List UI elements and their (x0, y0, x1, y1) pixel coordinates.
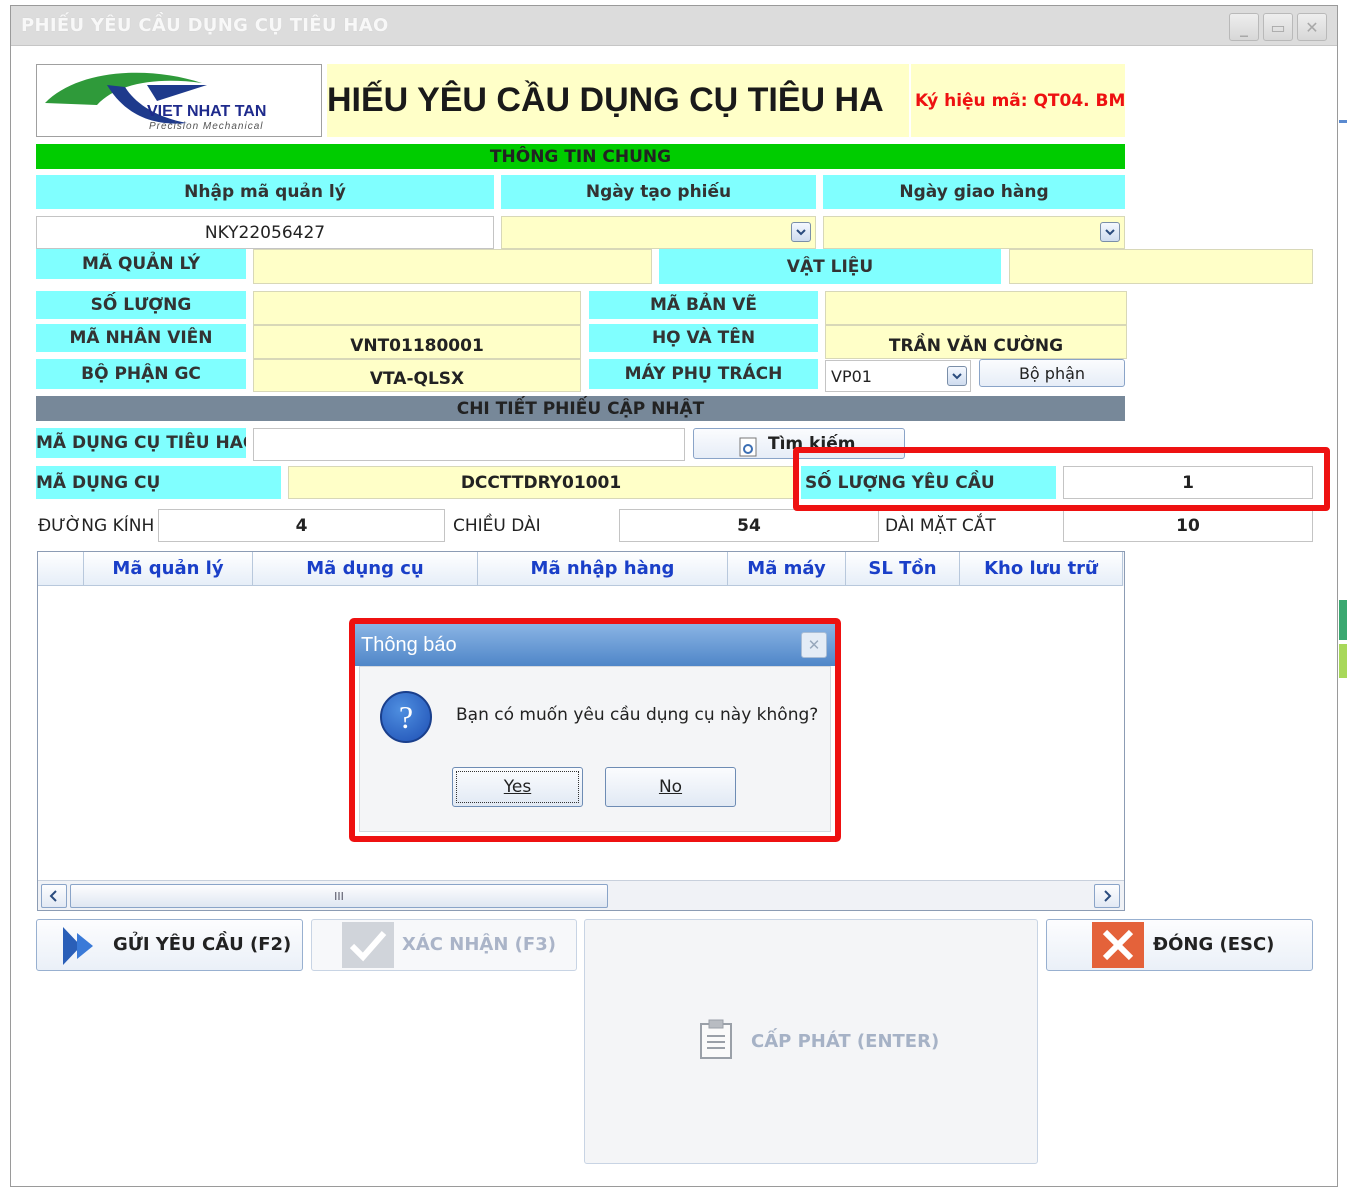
window-title: PHIẾU YÊU CẦU DỤNG CỤ TIÊU HAO (21, 15, 389, 36)
title-bar[interactable]: PHIẾU YÊU CẦU DỤNG CỤ TIÊU HAO _ ▭ ✕ (11, 6, 1337, 46)
vat-lieu-field[interactable] (1009, 249, 1313, 284)
ma-nhan-vien-field[interactable]: VNT01180001 (253, 325, 581, 359)
dai-mat-cat-field[interactable]: 10 (1063, 509, 1313, 542)
label-ma-quan-ly: MÃ QUẢN LÝ (36, 249, 246, 279)
confirm-button[interactable]: XÁC NHẬN (F3) (311, 919, 577, 971)
ma-dung-cu-field[interactable]: DCCTTDRY01001 (288, 466, 794, 499)
section-detail: CHI TIẾT PHIẾU CẬP NHẬT (36, 396, 1125, 421)
bg-window-edge-green (1339, 600, 1347, 640)
delivery-date-picker[interactable] (823, 216, 1125, 249)
x-close-icon (1092, 922, 1144, 968)
grid-col-sl-ton[interactable]: SL Tồn (846, 552, 960, 586)
logo-subtext: Precision Mechanical (149, 121, 264, 132)
chevron-down-icon (1105, 229, 1115, 236)
label-chieu-dai: CHIỀU DÀI (453, 515, 541, 536)
created-date-dropdown[interactable] (791, 222, 811, 242)
maximize-icon: ▭ (1270, 17, 1286, 37)
minimize-button[interactable]: _ (1229, 13, 1259, 41)
scroll-thumb[interactable]: III (70, 884, 608, 908)
grid-horizontal-scrollbar[interactable]: III (38, 880, 1124, 910)
ma-quan-ly-field[interactable] (253, 249, 652, 284)
label-ma-dung-cu: MÃ DỤNG CỤ (36, 466, 281, 499)
label-may-phu-trach: MÁY PHỤ TRÁCH (589, 359, 818, 389)
search-icon (738, 436, 760, 458)
grid-col-ma-dung-cu[interactable]: Mã dụng cụ (253, 552, 478, 586)
minimize-icon: _ (1240, 17, 1248, 37)
label-ma-dung-cu-tieu-hao: MÃ DỤNG CỤ TIÊU HAO (36, 428, 246, 458)
confirm-dialog: Thông báo ✕ ? Bạn có muốn yêu cầu dụng c… (349, 618, 841, 842)
close-icon: ✕ (1305, 17, 1319, 37)
label-so-luong: SỐ LƯỢNG (36, 291, 246, 319)
scroll-right-button[interactable] (1094, 884, 1120, 908)
highlight-so-luong-yeu-cau (793, 447, 1330, 511)
clipboard-icon (700, 1019, 732, 1059)
label-management-code: Nhập mã quản lý (36, 175, 494, 209)
bg-window-edge-lime (1339, 644, 1347, 678)
grid-col-kho-luu-tru[interactable]: Kho lưu trữ (960, 552, 1123, 586)
grid-col-ma-nhap-hang[interactable]: Mã nhập hàng (478, 552, 728, 586)
close-label: ĐÓNG (ESC) (1153, 934, 1275, 955)
chieu-dai-field[interactable]: 54 (619, 509, 879, 542)
label-duong-kinh: ĐƯỜNG KÍNH (38, 515, 155, 536)
issue-label: CẤP PHÁT (ENTER) (751, 1031, 940, 1052)
dialog-message: Bạn có muốn yêu cầu dụng cụ này không? (456, 705, 819, 725)
close-button[interactable]: ĐÓNG (ESC) (1046, 919, 1313, 971)
maximize-button[interactable]: ▭ (1263, 13, 1293, 41)
chevron-left-icon (49, 890, 57, 902)
label-ho-va-ten: HỌ VÀ TÊN (589, 324, 818, 352)
ma-ban-ve-field[interactable] (825, 291, 1127, 325)
grid-row-selector-header (38, 552, 84, 586)
send-request-label: GỬI YÊU CẦU (F2) (113, 934, 292, 955)
chevron-down-icon (952, 373, 962, 380)
scroll-left-button[interactable] (41, 884, 67, 908)
label-dai-mat-cat: DÀI MẶT CẮT (885, 515, 996, 536)
double-arrow-icon (63, 927, 93, 965)
ma-dung-cu-tieu-hao-input[interactable] (253, 428, 685, 461)
dialog-yes-button[interactable]: Yes (452, 767, 583, 807)
grid-col-ma-quan-ly[interactable]: Mã quản lý (84, 552, 253, 586)
duong-kinh-field[interactable]: 4 (158, 509, 445, 542)
logo-text: VIET NHAT TAN (147, 103, 267, 120)
dialog-no-button[interactable]: No (605, 767, 736, 807)
dialog-title-bar[interactable]: Thông báo ✕ (355, 624, 835, 666)
issue-button[interactable]: CẤP PHÁT (ENTER) (584, 919, 1038, 1164)
form-code: Ký hiệu mã: QT04. BM (911, 64, 1125, 137)
bo-phan-gc-field[interactable]: VTA-QLSX (253, 359, 581, 392)
grid-col-ma-may[interactable]: Mã máy (728, 552, 846, 586)
dialog-close-button[interactable]: ✕ (801, 632, 827, 658)
label-delivery-date: Ngày giao hàng (823, 175, 1125, 209)
grid-header: Mã quản lý Mã dụng cụ Mã nhập hàng Mã má… (38, 552, 1124, 586)
form-title: HIẾU YÊU CẦU DỤNG CỤ TIÊU HA (327, 64, 909, 137)
label-vat-lieu: VẬT LIỆU (659, 249, 1001, 284)
label-ma-nhan-vien: MÃ NHÂN VIÊN (36, 324, 246, 352)
may-phu-trach-dropdown[interactable] (947, 366, 967, 386)
delivery-date-dropdown[interactable] (1100, 222, 1120, 242)
section-general-info: THÔNG TIN CHUNG (36, 144, 1125, 169)
dialog-title: Thông báo (361, 633, 457, 656)
so-luong-field[interactable] (253, 291, 581, 325)
close-window-button[interactable]: ✕ (1297, 13, 1327, 41)
company-logo: VIET NHAT TAN Precision Mechanical (36, 64, 322, 137)
main-window: PHIẾU YÊU CẦU DỤNG CỤ TIÊU HAO _ ▭ ✕ VIE… (10, 5, 1338, 1187)
label-created-date: Ngày tạo phiếu (501, 175, 816, 209)
question-icon: ? (380, 691, 432, 743)
bg-window-edge (1339, 120, 1347, 123)
close-icon: ✕ (807, 636, 821, 654)
management-code-input[interactable]: NKY22056427 (36, 216, 494, 249)
label-bo-phan-gc: BỘ PHẬN GC (36, 359, 246, 389)
created-date-picker[interactable] (501, 216, 816, 249)
dialog-body: ? Bạn có muốn yêu cầu dụng cụ này không?… (359, 666, 831, 832)
bo-phan-button[interactable]: Bộ phận (979, 359, 1125, 387)
send-request-button[interactable]: GỬI YÊU CẦU (F2) (36, 919, 303, 971)
label-ma-ban-ve: MÃ BẢN VẼ (589, 291, 818, 319)
chevron-right-icon (1104, 890, 1112, 902)
chevron-down-icon (796, 229, 806, 236)
checkmark-icon (342, 922, 394, 968)
confirm-label: XÁC NHẬN (F3) (402, 934, 556, 955)
ho-va-ten-field[interactable]: TRẦN VĂN CƯỜNG (825, 325, 1127, 359)
